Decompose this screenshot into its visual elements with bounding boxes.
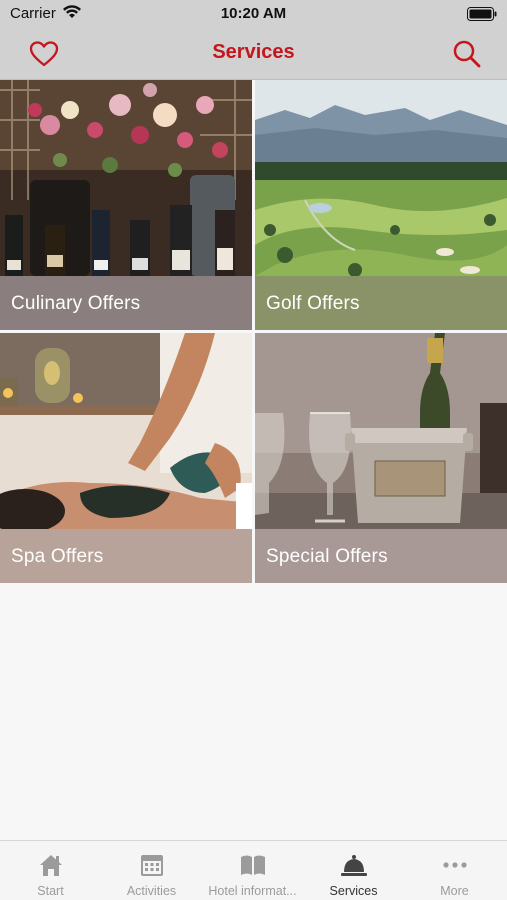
tile-label: Special Offers [266, 546, 388, 567]
tab-more[interactable]: More [404, 841, 505, 900]
tile-label: Culinary Offers [11, 293, 141, 314]
champagne-photo [255, 333, 507, 529]
golf-photo [255, 80, 507, 276]
special-offers-tile[interactable]: Special Offers [255, 333, 507, 583]
status-bar: Carrier 10:20 AM [0, 0, 507, 28]
tab-hotel-information[interactable]: Hotel informat... [202, 841, 303, 900]
navigation-bar: Services [0, 28, 507, 80]
spa-photo [0, 333, 252, 529]
status-time: 10:20 AM [220, 5, 287, 22]
more-dots-icon [442, 862, 467, 868]
tab-start[interactable]: Start [0, 841, 101, 900]
calendar-icon [140, 855, 163, 876]
tile-label: Golf Offers [266, 293, 360, 314]
culinary-photo [0, 80, 252, 276]
page-title: Services [212, 41, 295, 63]
home-icon [39, 855, 62, 876]
golf-offers-tile[interactable]: Golf Offers [255, 80, 507, 330]
tab-label: Activities [126, 884, 177, 898]
tab-services[interactable]: Services [303, 841, 404, 900]
tab-activities[interactable]: Activities [101, 841, 202, 900]
spa-offers-tile[interactable]: Spa Offers [0, 333, 252, 583]
tab-label: Hotel informat... [208, 884, 297, 898]
tab-bar: Start Activities Hotel informat... Servi… [0, 840, 507, 900]
tile-label: Spa Offers [11, 546, 104, 567]
service-bell-icon [340, 855, 367, 876]
search-icon [453, 40, 481, 68]
tab-label: Start [37, 884, 64, 898]
culinary-offers-tile[interactable]: Culinary Offers [0, 80, 252, 330]
book-icon [240, 855, 265, 875]
battery-icon [467, 7, 497, 21]
tab-label: More [440, 884, 469, 898]
tab-label: Services [329, 884, 378, 898]
search-button[interactable] [451, 38, 483, 70]
